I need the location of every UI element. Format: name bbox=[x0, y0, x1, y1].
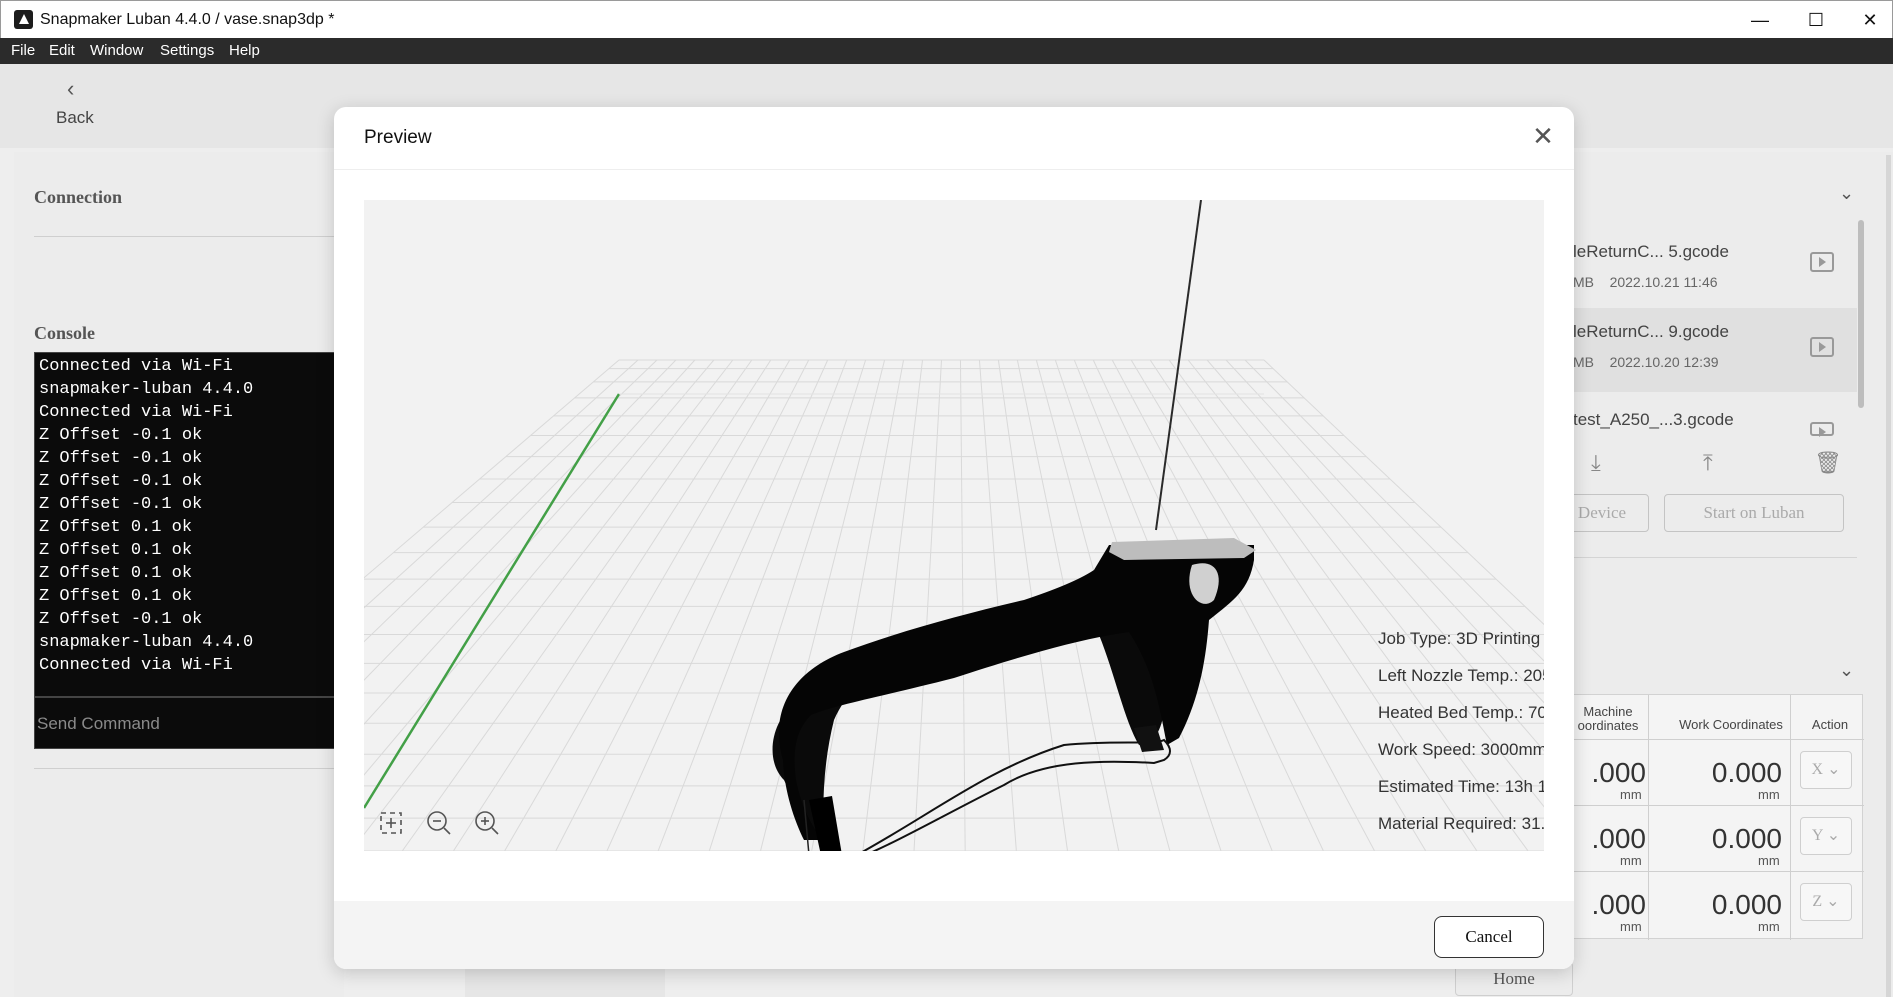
window-title: Snapmaker Luban 4.4.0 / vase.snap3dp * bbox=[40, 11, 335, 28]
grid-line bbox=[959, 359, 966, 851]
menu-edit[interactable]: Edit bbox=[49, 42, 75, 59]
skirt-outline bbox=[862, 738, 1171, 851]
dialog-title: Preview bbox=[364, 127, 432, 148]
grid-line bbox=[401, 359, 753, 851]
grid-line bbox=[862, 359, 924, 851]
build-plate-grid bbox=[364, 359, 1544, 851]
work-speed: Work Speed: 3000mm/min bbox=[1378, 740, 1544, 759]
grid-line bbox=[913, 359, 942, 851]
grid-line bbox=[364, 359, 677, 681]
app-logo-icon bbox=[14, 10, 33, 29]
grid-line bbox=[364, 359, 715, 776]
menu-file[interactable]: File bbox=[11, 42, 35, 59]
menu-bar: File Edit Window Settings Help bbox=[0, 38, 1893, 64]
material-required: Material Required: 31.1g bbox=[1378, 814, 1544, 833]
fit-view-icon[interactable] bbox=[376, 808, 406, 838]
grid-line bbox=[452, 359, 772, 851]
model-cap-highlight bbox=[1109, 538, 1256, 560]
grid-line bbox=[364, 359, 696, 725]
travel-line bbox=[1155, 200, 1202, 531]
menu-settings[interactable]: Settings bbox=[160, 42, 214, 59]
title-bar: Snapmaker Luban 4.4.0 / vase.snap3dp * —… bbox=[0, 0, 1893, 38]
close-window-button[interactable]: ✕ bbox=[1842, 1, 1893, 39]
menu-help[interactable]: Help bbox=[229, 42, 260, 59]
dialog-footer bbox=[334, 901, 1574, 969]
cancel-button[interactable]: Cancel bbox=[1434, 916, 1544, 958]
grid-line bbox=[364, 359, 734, 836]
left-nozzle-temp: Left Nozzle Temp.: 205°C bbox=[1378, 666, 1544, 685]
preview-dialog: Preview ✕ Job Type: 3D Printing Left Noz… bbox=[334, 107, 1574, 969]
grid-line bbox=[504, 359, 791, 851]
maximize-button[interactable]: ☐ bbox=[1788, 1, 1844, 39]
heated-bed-temp: Heated Bed Temp.: 70°C bbox=[1378, 703, 1544, 722]
minimize-button[interactable]: — bbox=[1732, 1, 1788, 39]
job-type: Job Type: 3D Printing bbox=[1378, 629, 1541, 648]
3d-preview-viewport[interactable]: Job Type: 3D Printing Left Nozzle Temp.:… bbox=[364, 200, 1544, 851]
zoom-out-icon[interactable] bbox=[424, 808, 454, 838]
print-info: Job Type: 3D Printing Left Nozzle Temp.:… bbox=[1378, 620, 1544, 842]
zoom-in-icon[interactable] bbox=[472, 808, 502, 838]
preview-scene bbox=[364, 200, 1544, 851]
close-icon[interactable]: ✕ bbox=[1528, 121, 1558, 151]
model-right-leg bbox=[1134, 725, 1164, 752]
menu-window[interactable]: Window bbox=[90, 42, 143, 59]
estimated-time: Estimated Time: 13h 15min bbox=[1378, 777, 1544, 796]
divider bbox=[334, 169, 1574, 170]
